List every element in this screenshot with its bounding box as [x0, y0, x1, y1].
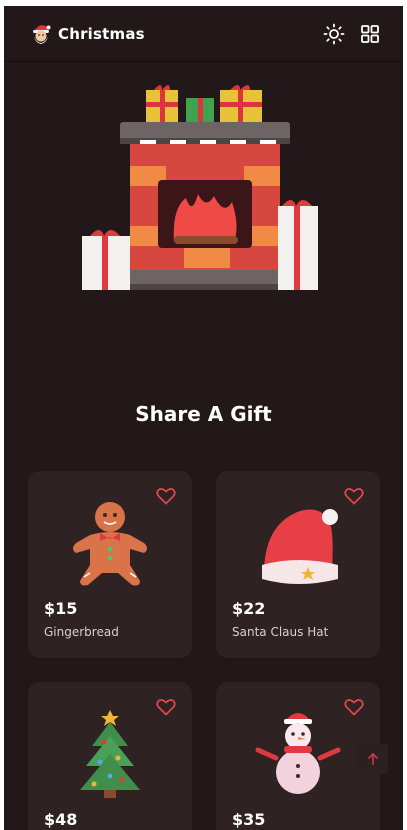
app-header: Christmas	[4, 6, 403, 62]
product-price: $35	[232, 810, 266, 829]
santa-hat-illustration	[262, 509, 338, 584]
product-image	[248, 706, 348, 802]
product-image	[248, 495, 348, 591]
product-image	[60, 495, 160, 591]
snowman-illustration	[255, 713, 341, 794]
product-price: $15	[44, 599, 78, 618]
sun-icon	[323, 23, 345, 45]
product-card[interactable]: $48	[28, 682, 192, 830]
section-title: Share A Gift	[135, 402, 272, 426]
product-card[interactable]: $22 Santa Claus Hat	[216, 471, 380, 658]
arrow-up-icon	[368, 752, 378, 765]
scroll-to-top-button[interactable]	[358, 744, 388, 774]
product-price: $48	[44, 810, 78, 829]
hero-image	[74, 76, 324, 296]
grid-icon	[361, 25, 379, 43]
product-card[interactable]: $15 Gingerbread	[28, 471, 192, 658]
product-name: Gingerbread	[44, 625, 119, 639]
gingerbread-illustration	[73, 502, 147, 586]
page: Christmas Share A Gift $15 Gingerbread $…	[4, 6, 403, 830]
brand-name: Christmas	[58, 25, 145, 43]
product-image	[60, 706, 160, 802]
brand[interactable]: Christmas	[30, 21, 145, 47]
product-card[interactable]: $35	[216, 682, 380, 830]
santa-icon	[33, 25, 51, 44]
theme-toggle-button[interactable]	[323, 23, 345, 45]
grid-menu-button[interactable]	[359, 23, 381, 45]
fireplace-illustration	[82, 85, 318, 290]
product-name: Santa Claus Hat	[232, 625, 329, 639]
product-price: $22	[232, 599, 266, 618]
christmas-tree-illustration	[80, 710, 140, 798]
